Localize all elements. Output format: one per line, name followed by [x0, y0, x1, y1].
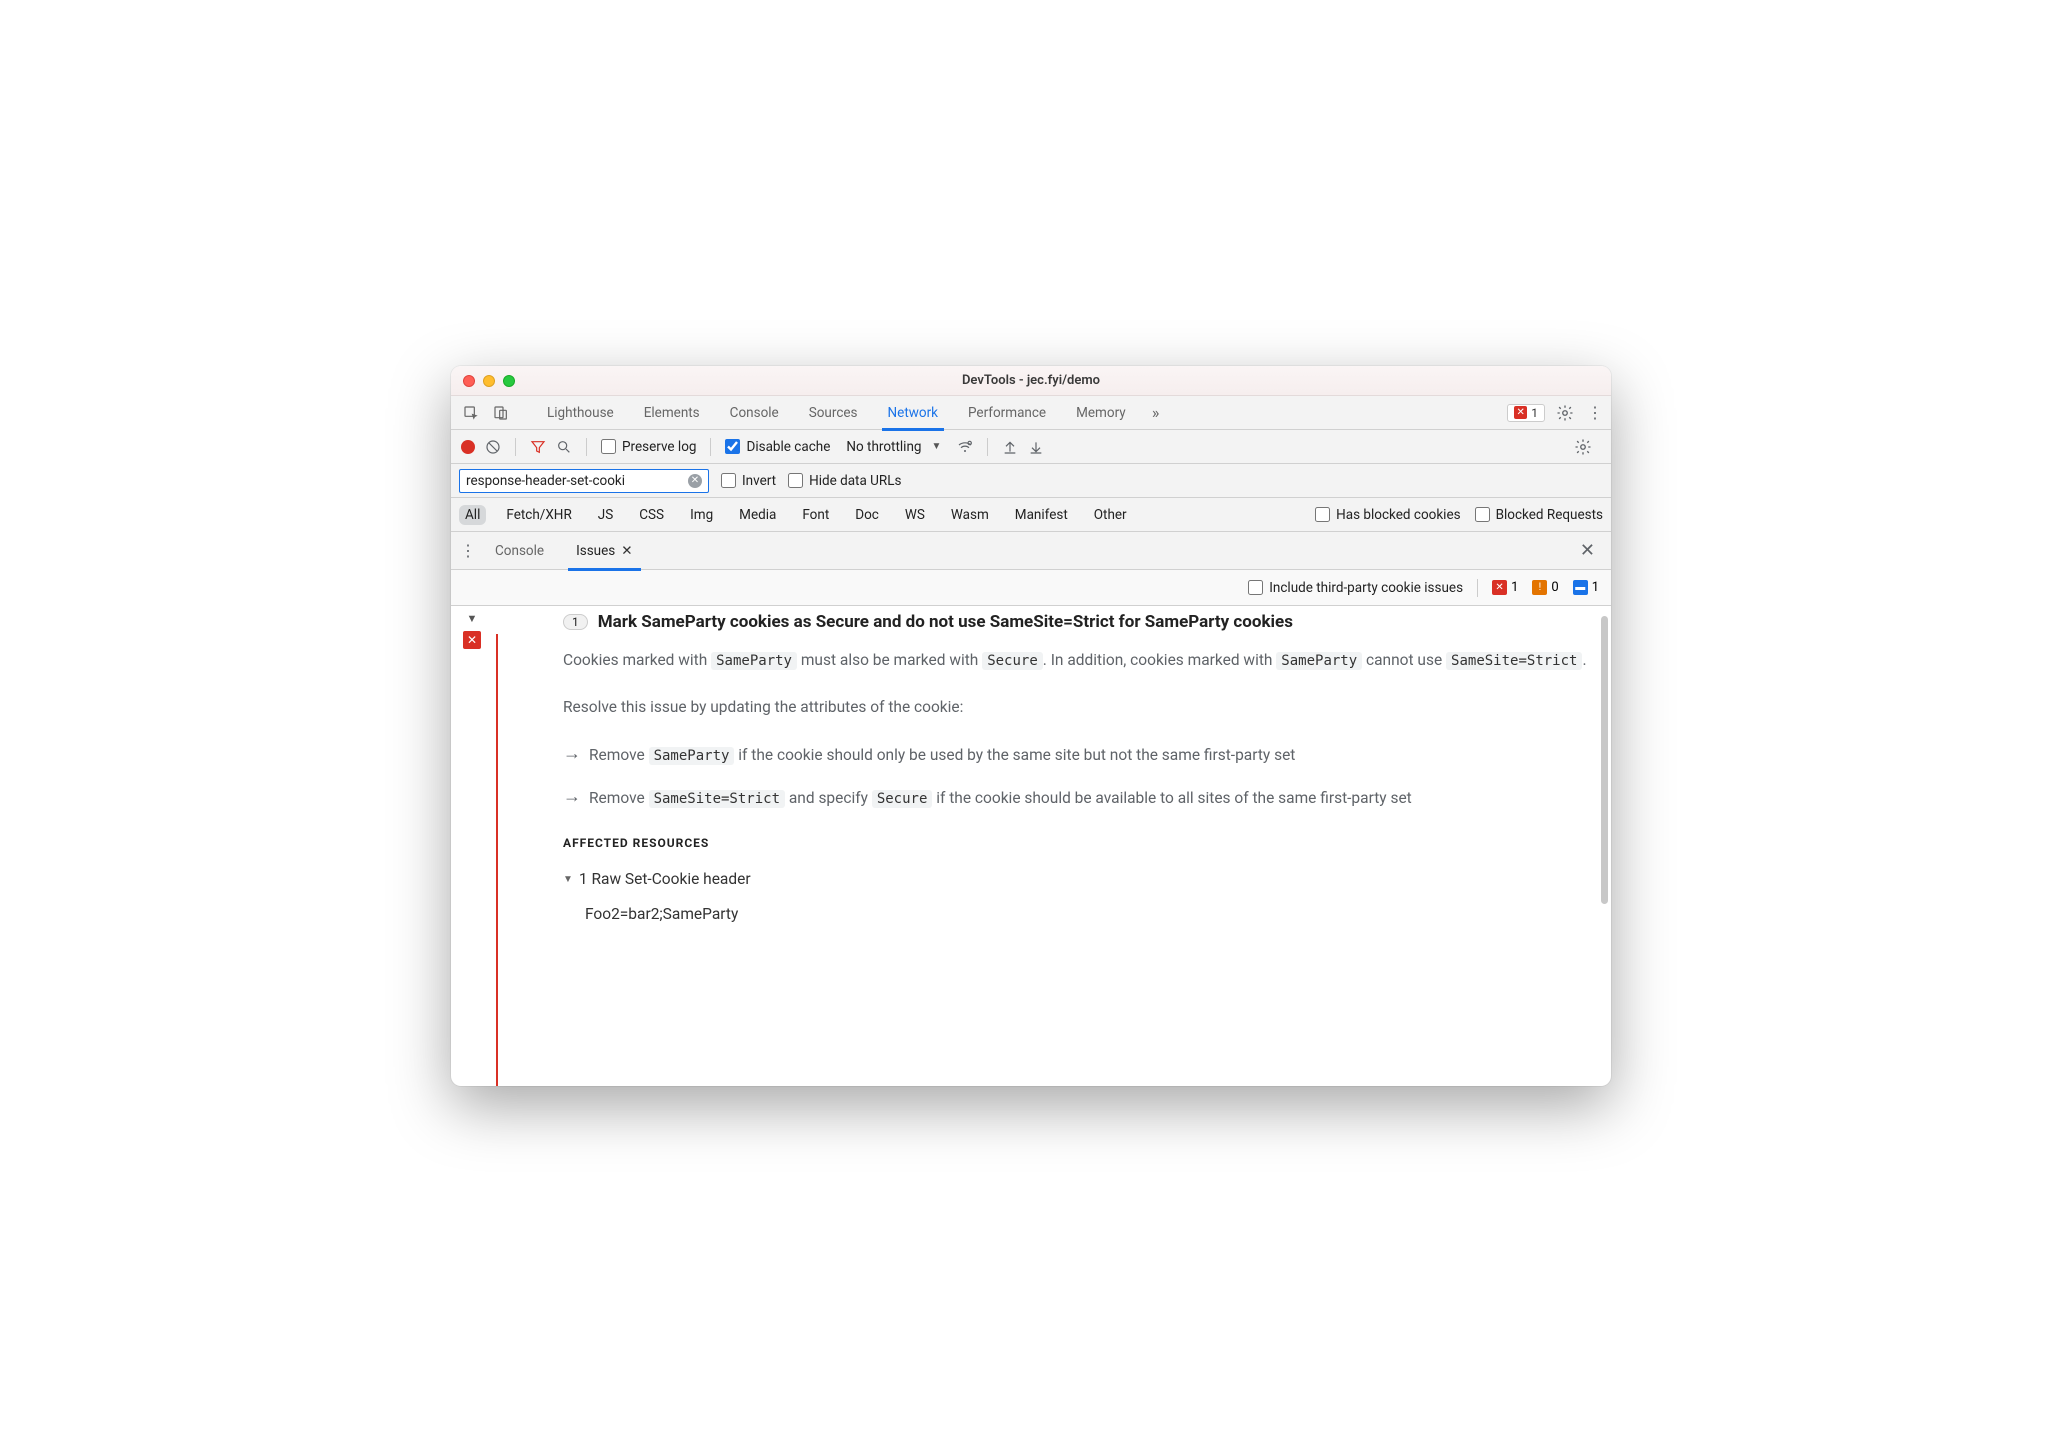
more-menu-button[interactable]: ⋮ — [1585, 403, 1605, 422]
upload-har-icon[interactable] — [1002, 439, 1018, 455]
issue-paragraph-1: Cookies marked with SameParty must also … — [563, 646, 1587, 675]
type-doc[interactable]: Doc — [849, 505, 885, 525]
window-title: DevTools - jec.fyi/demo — [451, 373, 1611, 388]
issue-rail: ▼ ✕ — [451, 606, 493, 1086]
drawer-tabstrip: ⋮ Console Issues✕ ✕ — [451, 532, 1611, 570]
error-counter[interactable]: ✕ 1 — [1507, 404, 1545, 422]
type-other[interactable]: Other — [1088, 505, 1133, 525]
issues-warning-badge[interactable]: !0 — [1532, 580, 1558, 595]
collapse-icon[interactable]: ▼ — [467, 612, 478, 625]
tab-performance[interactable]: Performance — [954, 396, 1060, 430]
tab-lighthouse[interactable]: Lighthouse — [533, 396, 628, 430]
affected-resource-value: Foo2=bar2;SameParty — [585, 900, 1587, 929]
type-ws[interactable]: WS — [899, 505, 931, 525]
has-blocked-cookies-checkbox[interactable]: Has blocked cookies — [1315, 507, 1460, 523]
tab-console[interactable]: Console — [716, 396, 793, 430]
expand-icon: ▼ — [563, 870, 573, 889]
issues-options-bar: Include third-party cookie issues ✕1 !0 … — [451, 570, 1611, 606]
tab-sources[interactable]: Sources — [795, 396, 872, 430]
devtools-window: DevTools - jec.fyi/demo Lighthouse Eleme… — [451, 366, 1611, 1086]
hide-data-urls-checkbox[interactable]: Hide data URLs — [788, 473, 901, 489]
type-manifest[interactable]: Manifest — [1009, 505, 1074, 525]
affected-resource-row[interactable]: ▼ 1 Raw Set-Cookie header — [563, 865, 1587, 894]
error-icon: ✕ — [1514, 406, 1527, 419]
clear-icon[interactable] — [485, 439, 501, 455]
network-conditions-icon[interactable] — [957, 439, 973, 455]
warning-icon: ! — [1532, 580, 1547, 595]
type-img[interactable]: Img — [684, 505, 719, 525]
issue-bullet-1: → Remove SameParty if the cookie should … — [563, 741, 1587, 770]
issue-count-pill: 1 — [563, 614, 588, 630]
disable-cache-checkbox[interactable]: Disable cache — [725, 439, 830, 455]
close-drawer-icon[interactable]: ✕ — [1572, 540, 1603, 561]
settings-button[interactable] — [1551, 399, 1579, 427]
type-font[interactable]: Font — [796, 505, 835, 525]
type-js[interactable]: JS — [592, 505, 619, 525]
type-media[interactable]: Media — [733, 505, 782, 525]
issue-bullet-2: → Remove SameSite=Strict and specify Sec… — [563, 784, 1587, 813]
tab-memory[interactable]: Memory — [1062, 396, 1140, 430]
type-fetchxhr[interactable]: Fetch/XHR — [500, 505, 577, 525]
search-icon[interactable] — [556, 439, 572, 455]
tab-elements[interactable]: Elements — [630, 396, 714, 430]
issues-info-badge[interactable]: ▬1 — [1573, 580, 1599, 595]
issues-content: ▼ ✕ 1 Mark SameParty cookies as Secure a… — [451, 606, 1611, 1086]
resource-type-bar: All Fetch/XHR JS CSS Img Media Font Doc … — [451, 498, 1611, 532]
filter-icon[interactable] — [530, 439, 546, 455]
record-button[interactable] — [461, 440, 475, 454]
drawer-tab-issues[interactable]: Issues✕ — [562, 532, 647, 570]
inspect-element-icon[interactable] — [457, 399, 485, 427]
tabs-overflow-icon[interactable]: » — [1142, 399, 1170, 427]
invert-checkbox[interactable]: Invert — [721, 473, 776, 489]
drawer-more-icon[interactable]: ⋮ — [459, 541, 477, 560]
download-har-icon[interactable] — [1028, 439, 1044, 455]
affected-resources-heading: AFFECTED RESOURCES — [563, 832, 1587, 855]
main-tabstrip: Lighthouse Elements Console Sources Netw… — [451, 396, 1611, 430]
issue-paragraph-2: Resolve this issue by updating the attri… — [563, 693, 1587, 722]
type-css[interactable]: CSS — [633, 505, 670, 525]
close-tab-icon[interactable]: ✕ — [621, 543, 632, 559]
filter-input[interactable]: response-header-set-cooki ✕ — [459, 469, 709, 493]
include-third-party-checkbox[interactable]: Include third-party cookie issues — [1248, 580, 1463, 596]
network-filterbar: response-header-set-cooki ✕ Invert Hide … — [451, 464, 1611, 498]
issues-error-badge[interactable]: ✕1 — [1492, 580, 1518, 595]
error-count: 1 — [1531, 406, 1538, 420]
device-toggle-icon[interactable] — [487, 399, 515, 427]
error-icon: ✕ — [463, 631, 481, 649]
issue-severity-line — [496, 634, 498, 1086]
titlebar: DevTools - jec.fyi/demo — [451, 366, 1611, 396]
issue-body: 1 Mark SameParty cookies as Secure and d… — [493, 606, 1611, 1086]
clear-filter-icon[interactable]: ✕ — [688, 474, 702, 488]
error-icon: ✕ — [1492, 580, 1507, 595]
network-toolbar: Preserve log Disable cache No throttling… — [451, 430, 1611, 464]
arrow-icon: → — [563, 741, 581, 770]
tab-network[interactable]: Network — [874, 396, 952, 430]
blocked-requests-checkbox[interactable]: Blocked Requests — [1475, 507, 1603, 523]
dropdown-icon: ▼ — [931, 441, 941, 452]
issue-title: Mark SameParty cookies as Secure and do … — [598, 612, 1293, 632]
info-icon: ▬ — [1573, 580, 1588, 595]
network-settings-icon[interactable] — [1569, 433, 1597, 461]
type-all[interactable]: All — [459, 505, 486, 525]
preserve-log-checkbox[interactable]: Preserve log — [601, 439, 696, 455]
throttling-select[interactable]: No throttling ▼ — [840, 439, 947, 455]
type-wasm[interactable]: Wasm — [945, 505, 995, 525]
arrow-icon: → — [563, 784, 581, 813]
drawer-tab-console[interactable]: Console — [481, 532, 558, 570]
